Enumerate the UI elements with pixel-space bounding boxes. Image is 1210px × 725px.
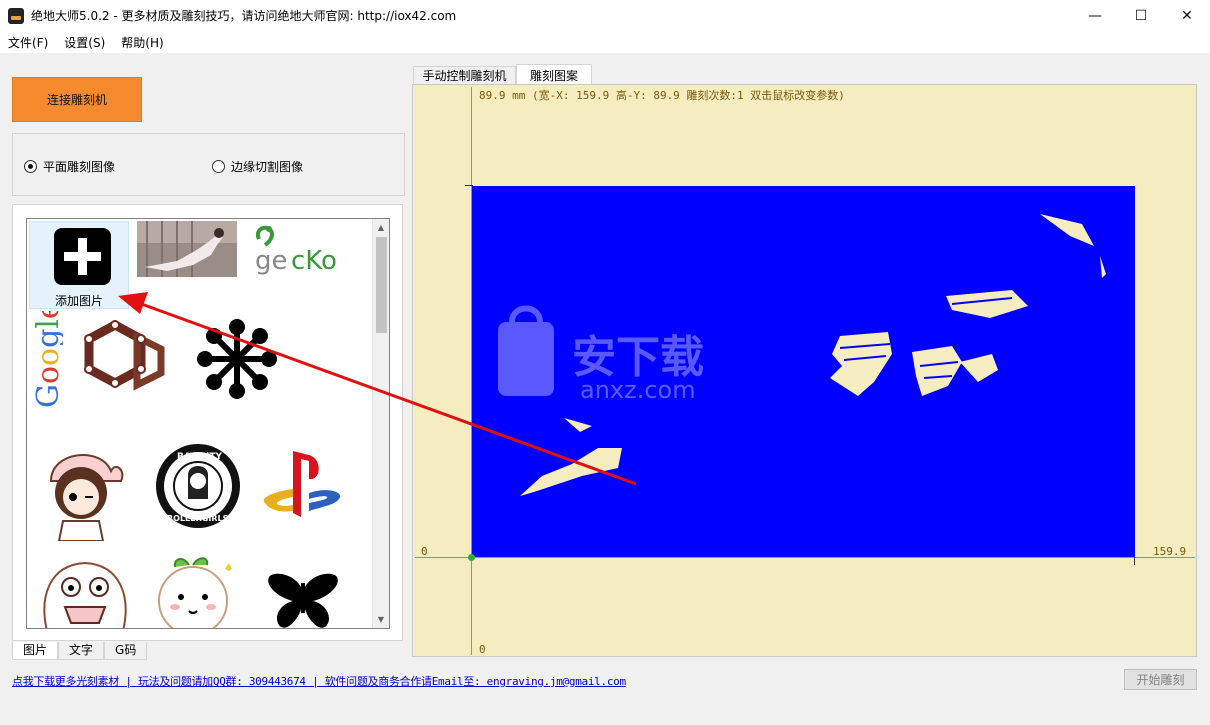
library-scrollbar[interactable]: ▲ ▼ <box>372 219 389 628</box>
tab-images[interactable]: 图片 <box>12 642 59 660</box>
x-axis-line <box>415 557 1195 558</box>
start-engrave-button[interactable]: 开始雕刻 <box>1124 669 1197 690</box>
x-min-label: 0 <box>421 545 428 558</box>
menu-settings[interactable]: 设置(S) <box>56 34 113 51</box>
image-library-panel: 添加图片 ge cKo Google <box>12 204 403 641</box>
minimize-button[interactable]: — <box>1072 0 1118 31</box>
tab-gcode[interactable]: G码 <box>104 642 148 660</box>
watermark-logo <box>498 305 554 396</box>
rat-city-logo[interactable]: RAT CITY ROLLERGIRLS <box>153 441 243 531</box>
footer-info-link[interactable]: 点我下载更多光刻素材 | 玩法及问题请加QQ群: 309443674 | 软件问… <box>12 673 626 689</box>
flower-dots-icon[interactable] <box>187 315 287 405</box>
image-library-list[interactable]: 添加图片 ge cKo Google <box>26 218 390 629</box>
scroll-down-arrow-icon[interactable]: ▼ <box>373 611 389 628</box>
radio-edge-label: 边缘切割图像 <box>231 160 304 174</box>
watermark-sub-text: anxz.com <box>580 376 696 404</box>
y-min-label: 0 <box>479 643 486 656</box>
cartoon-monster[interactable] <box>35 557 135 628</box>
tab-engrave-pattern[interactable]: 雕刻图案 <box>516 64 592 85</box>
scroll-thumb[interactable] <box>376 237 387 333</box>
svg-text:RAT CITY: RAT CITY <box>177 452 223 462</box>
svg-text:Google: Google <box>33 311 63 408</box>
close-button[interactable]: ✕ <box>1164 0 1210 31</box>
canvas-info-text[interactable]: 89.9 mm (宽-X: 159.9 高-Y: 89.9 雕刻次数:1 双击鼠… <box>479 87 845 103</box>
add-image-icon <box>54 228 111 285</box>
radio-flat-engrave[interactable]: 平面雕刻图像 <box>24 158 115 175</box>
menu-bar: 文件(F) 设置(S) 帮助(H) <box>0 31 1210 53</box>
y-max-tick <box>465 185 473 186</box>
playstation-logo[interactable] <box>259 447 349 527</box>
engrave-mode-group: 平面雕刻图像 边缘切割图像 <box>12 133 405 196</box>
engrave-preview-image: 安下载 anxz.com <box>472 186 1135 558</box>
origin-marker <box>468 554 475 561</box>
y-axis-line <box>471 87 472 655</box>
hexagon-ring-icon[interactable] <box>75 319 175 399</box>
menu-help[interactable]: 帮助(H) <box>113 34 171 51</box>
butterfly-icon[interactable] <box>263 569 343 628</box>
photo-thumbnail[interactable] <box>137 221 237 277</box>
x-max-label: 159.9 <box>1153 545 1187 558</box>
add-image-tile[interactable]: 添加图片 <box>29 221 129 309</box>
x-max-tick <box>1134 557 1135 565</box>
svg-text:ge: ge <box>255 246 288 276</box>
radio-edge-cut[interactable]: 边缘切割图像 <box>212 158 303 175</box>
radio-dot-selected <box>24 160 37 173</box>
app-icon <box>8 7 24 24</box>
tab-manual-control[interactable]: 手动控制雕刻机 <box>413 66 516 84</box>
maximize-button[interactable]: ☐ <box>1118 0 1164 31</box>
title-bar: 绝地大师5.0.2 - 更多材质及雕刻技巧，请访问绝地大师官网: http://… <box>0 0 1210 31</box>
add-image-label: 添加图片 <box>54 294 103 308</box>
connect-engraver-button[interactable]: 连接雕刻机 <box>12 77 142 122</box>
svg-text:cKo: cKo <box>291 246 337 276</box>
scroll-up-arrow-icon[interactable]: ▲ <box>373 219 389 236</box>
library-tabs: 图片 文字 G码 <box>12 642 148 660</box>
engrave-canvas[interactable]: 89.9 mm (宽-X: 159.9 高-Y: 89.9 雕刻次数:1 双击鼠… <box>412 84 1197 657</box>
window-controls: — ☐ ✕ <box>1072 0 1210 31</box>
svg-text:ROLLERGIRLS: ROLLERGIRLS <box>167 514 229 523</box>
radio-flat-label: 平面雕刻图像 <box>43 160 116 174</box>
cartoon-girl[interactable] <box>41 441 131 542</box>
window-title: 绝地大师5.0.2 - 更多材质及雕刻技巧，请访问绝地大师官网: http://… <box>31 9 457 23</box>
menu-file[interactable]: 文件(F) <box>0 34 56 51</box>
tab-text[interactable]: 文字 <box>58 642 105 660</box>
radio-dot <box>212 160 225 173</box>
cartoon-fruit[interactable] <box>149 555 239 628</box>
gecko-logo[interactable]: ge cKo <box>245 221 345 277</box>
google-logo[interactable]: Google <box>31 301 66 411</box>
